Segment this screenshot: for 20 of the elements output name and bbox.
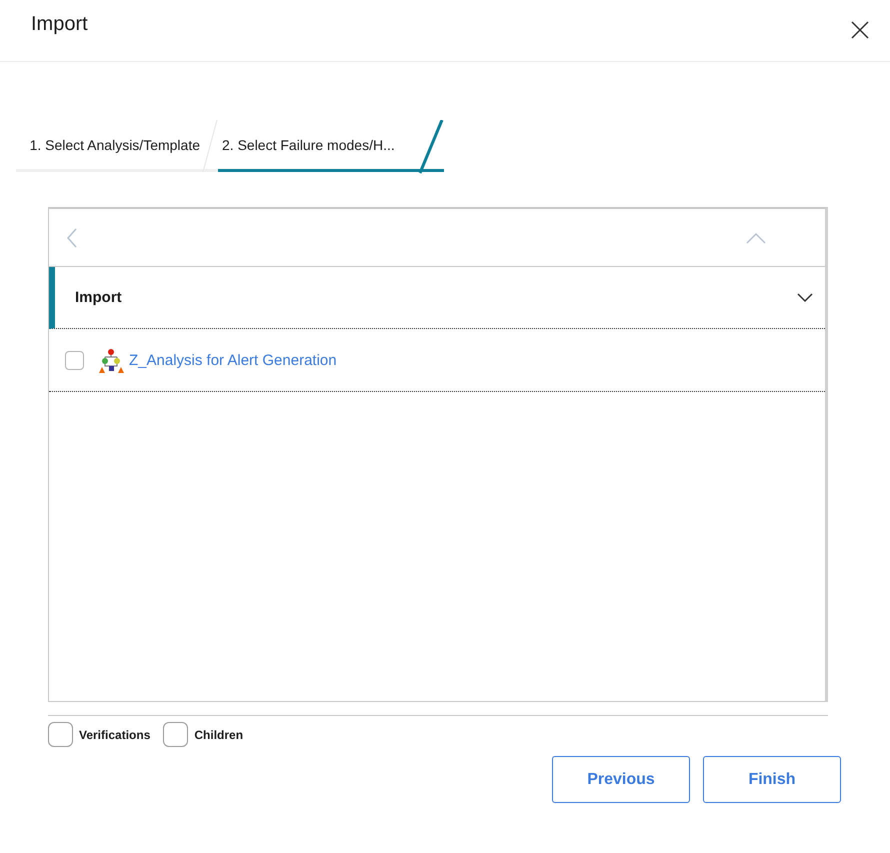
checkbox[interactable]	[163, 722, 188, 747]
hierarchy-icon	[99, 348, 124, 372]
close-icon[interactable]	[850, 20, 870, 40]
group-title: Import	[75, 289, 122, 306]
step-tab[interactable]: 2. Select Failure modes/H...	[218, 120, 444, 172]
checkbox-label: Verifications	[79, 728, 150, 742]
checkbox[interactable]	[65, 350, 84, 370]
up-chevron-icon[interactable]	[745, 230, 767, 244]
dialog-title: Import	[31, 13, 88, 36]
checkbox-label: Children	[194, 728, 244, 742]
wizard-button[interactable]: Previous	[552, 756, 690, 803]
chevron-down-icon	[797, 292, 813, 302]
group-header[interactable]: Import	[49, 267, 825, 329]
checkbox[interactable]	[48, 722, 73, 747]
step-tab[interactable]: 1. Select Analysis/Template	[16, 120, 218, 172]
tab-edge-line	[418, 120, 444, 175]
wizard-button[interactable]: Finish	[703, 756, 841, 803]
analysis-link[interactable]: Z_Analysis for Alert Generation	[129, 352, 337, 368]
back-chevron-icon[interactable]	[65, 226, 79, 248]
tab-edge-line	[202, 120, 218, 175]
